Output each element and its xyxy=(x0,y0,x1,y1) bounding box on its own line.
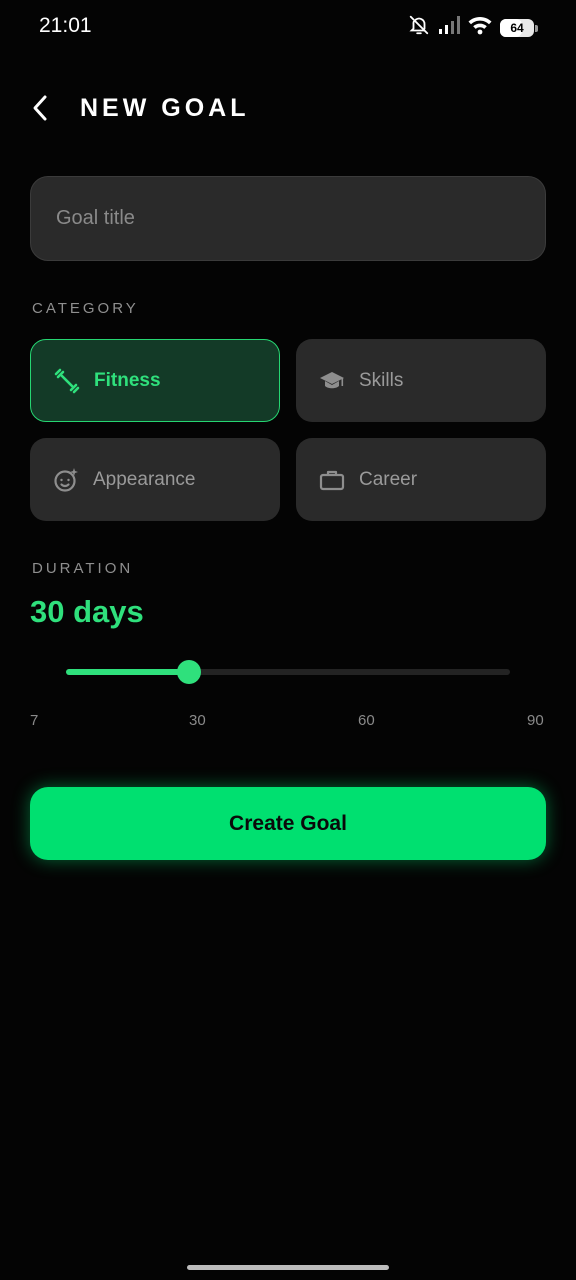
signal-icon xyxy=(438,15,460,40)
face-sparkle-icon xyxy=(53,467,79,493)
chevron-left-icon xyxy=(33,95,47,121)
page-title: NEW GOAL xyxy=(80,94,250,122)
status-icons: 64 xyxy=(408,14,538,41)
battery-icon: 64 xyxy=(500,18,538,37)
status-time: 21:01 xyxy=(39,14,92,37)
duration-value: 30 days xyxy=(30,594,144,629)
category-label-text: Fitness xyxy=(94,369,161,391)
goal-title-input[interactable] xyxy=(30,176,546,261)
battery-tip xyxy=(535,24,538,32)
category-skills[interactable]: Skills xyxy=(296,339,546,422)
category-label: CATEGORY xyxy=(32,300,139,317)
tick-label: 60 xyxy=(358,712,375,729)
wifi-icon xyxy=(468,15,492,40)
create-goal-button[interactable]: Create Goal xyxy=(30,787,546,860)
category-appearance[interactable]: Appearance xyxy=(30,438,280,521)
home-indicator xyxy=(187,1265,389,1270)
header: NEW GOAL xyxy=(0,86,576,132)
category-label-text: Skills xyxy=(359,369,404,391)
duration-slider[interactable] xyxy=(66,660,510,684)
bell-off-icon xyxy=(408,14,430,41)
category-career[interactable]: Career xyxy=(296,438,546,521)
battery-level: 64 xyxy=(510,20,524,35)
back-button[interactable] xyxy=(22,90,58,126)
slider-thumb[interactable] xyxy=(177,660,202,684)
category-fitness[interactable]: Fitness xyxy=(30,339,280,422)
status-bar: 21:01 64 xyxy=(0,0,576,52)
dumbbell-icon xyxy=(54,368,80,394)
tick-label: 7 xyxy=(30,712,39,729)
tick-label: 30 xyxy=(189,712,206,729)
graduation-cap-icon xyxy=(319,368,345,394)
briefcase-icon xyxy=(319,467,345,493)
category-label-text: Appearance xyxy=(93,468,196,490)
slider-fill xyxy=(66,669,190,675)
tick-label: 90 xyxy=(527,712,544,729)
category-label-text: Career xyxy=(359,468,418,490)
duration-label: DURATION xyxy=(32,560,134,577)
